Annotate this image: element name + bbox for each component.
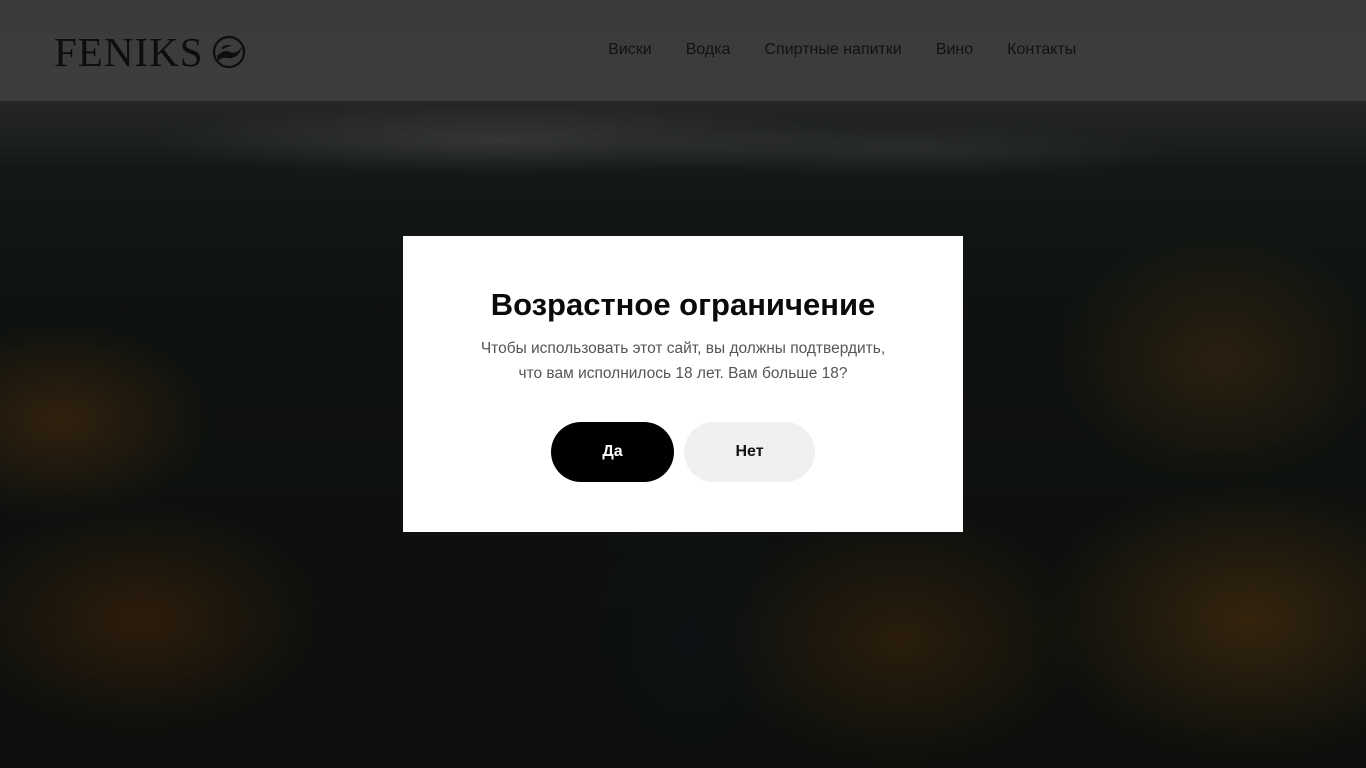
nav-item-vodka[interactable]: Водка (686, 40, 731, 60)
logo-text: FENIKS (54, 29, 204, 75)
nav-item-whisky[interactable]: Виски (608, 40, 652, 60)
confirm-age-yes-button[interactable]: Да (551, 422, 674, 482)
site-logo[interactable]: FENIKS (54, 30, 246, 74)
modal-title: Возрастное ограничение (490, 287, 876, 322)
nav-item-spirits[interactable]: Спиртные напитки (765, 40, 902, 60)
nav-item-wine[interactable]: Вино (936, 40, 973, 60)
modal-description-line-2: что вам исполнилось 18 лет. Вам больше 1… (518, 365, 848, 382)
site-header: FENIKS Главное Виски Водка Спиртные напи… (0, 0, 1366, 101)
nav-item-contacts[interactable]: Контакты (1007, 40, 1076, 60)
phoenix-emblem-icon (212, 35, 245, 69)
nav-item-home[interactable]: Главное (513, 40, 574, 60)
modal-description-line-1: Чтобы использовать этот сайт, вы должны … (480, 340, 886, 357)
modal-description: Чтобы использовать этот сайт, вы должны … (443, 336, 923, 386)
age-verification-modal: Возрастное ограничение Чтобы использоват… (403, 236, 963, 532)
confirm-age-no-button[interactable]: Нет (684, 422, 815, 482)
main-navigation: Главное Виски Водка Спиртные напитки Вин… (513, 40, 1076, 60)
